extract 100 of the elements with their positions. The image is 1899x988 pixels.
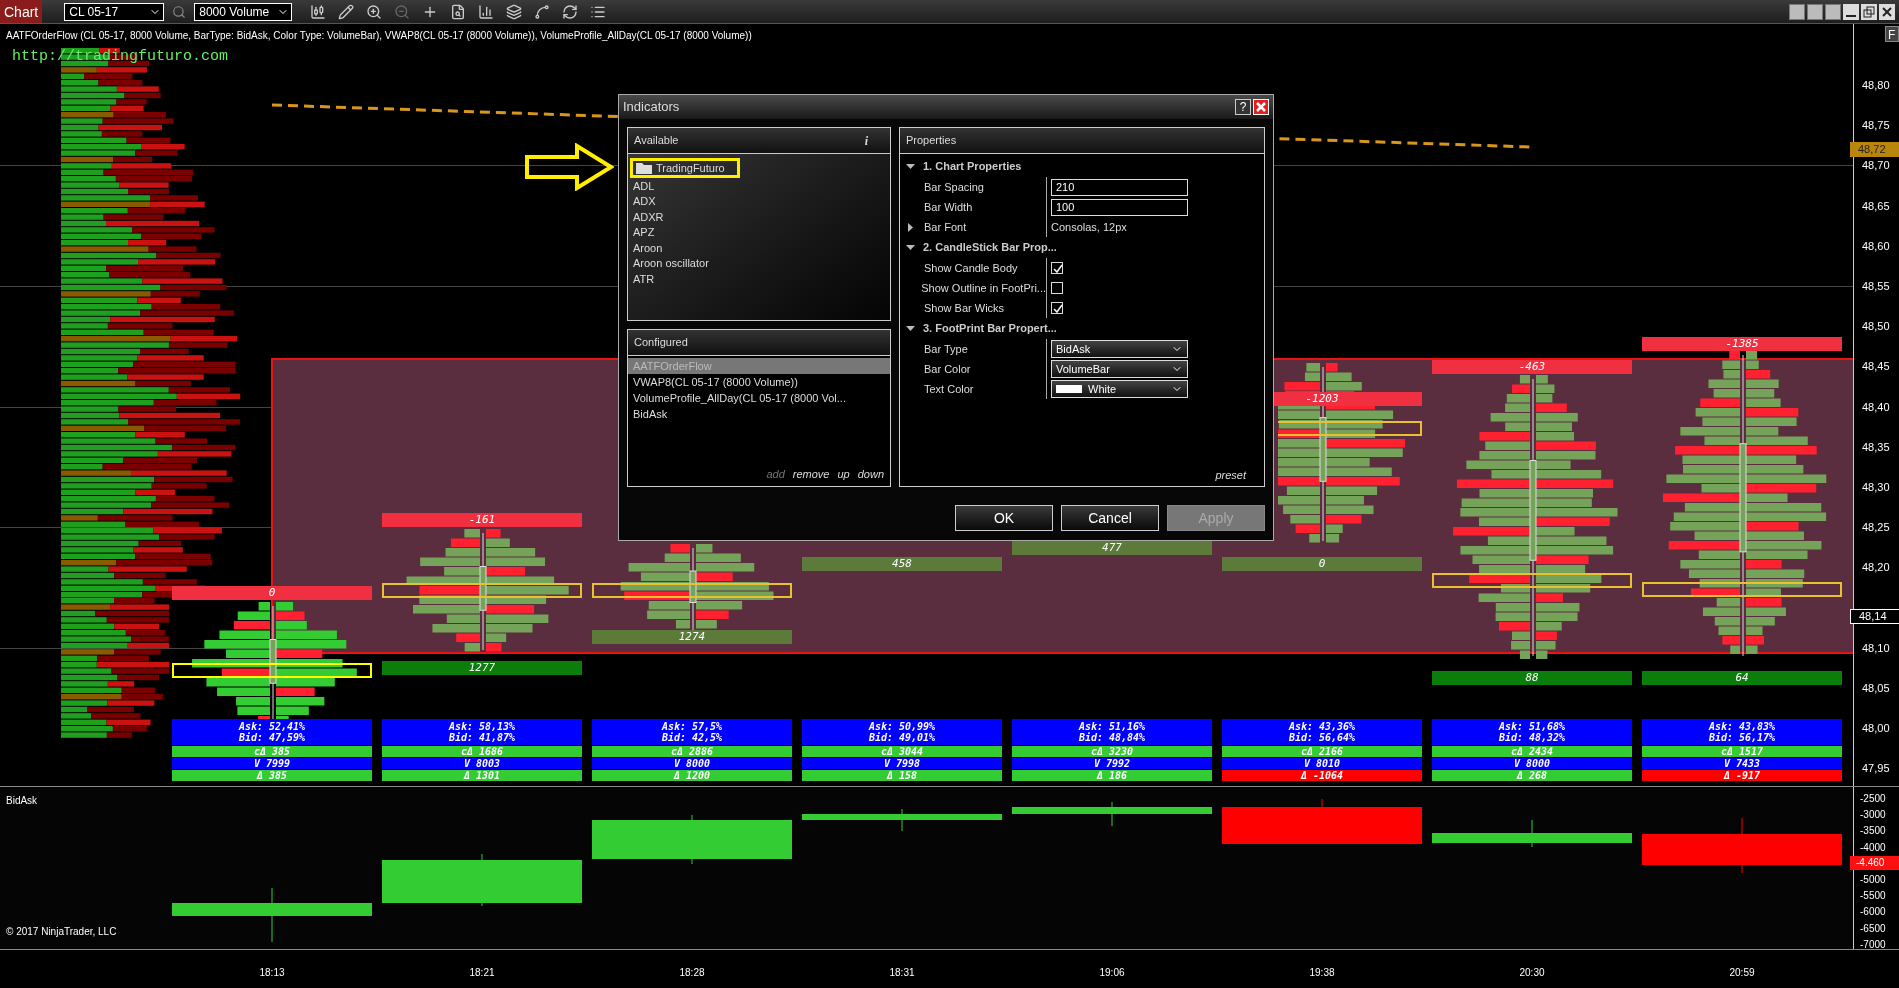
delta-value: Δ 1200 — [592, 770, 792, 781]
ask-percent: Ask: 57,5% — [660, 721, 724, 732]
bid-percent: Bid: 49,01% — [867, 732, 937, 743]
ask-percent: Ask: 51,68% — [1497, 721, 1567, 732]
value-label: -3500 — [1860, 826, 1886, 837]
preset-link[interactable]: preset — [1215, 466, 1246, 483]
property-input[interactable]: 100 — [1051, 198, 1188, 216]
side-button[interactable]: F — [1885, 26, 1899, 42]
value-label: -2500 — [1860, 794, 1886, 804]
bid-percent: Bid: 56,17% — [1707, 732, 1777, 743]
property-dropdown[interactable]: White — [1051, 380, 1188, 398]
time-label: 18:31 — [888, 966, 916, 980]
property-dropdown[interactable]: VolumeBar — [1051, 360, 1188, 378]
cumulative-delta: cΔ 3044 — [802, 746, 1002, 757]
volume-value: V 7433 — [1642, 758, 1842, 769]
volume-label: 458 — [802, 557, 1002, 571]
property-input[interactable]: 210 — [1051, 178, 1188, 196]
property-group-header[interactable]: 2. CandleStick Bar Prop... — [900, 237, 1248, 258]
indicator-list-item[interactable]: Aroon oscillator — [630, 255, 712, 271]
property-dropdown[interactable]: BidAsk — [1051, 340, 1188, 358]
bid-percent: Bid: 56,64% — [1287, 732, 1357, 743]
configured-item[interactable]: VWAP8(CL 05-17 (8000 Volume)) — [628, 374, 890, 390]
volume-label: 1274 — [592, 630, 792, 644]
indicator-list-item[interactable]: Aroon — [630, 240, 666, 256]
panel-header: Available — [634, 133, 679, 149]
delta-value: Δ 385 — [172, 770, 372, 781]
configured-item[interactable]: VolumeProfile_AllDay(CL 05-17 (8000 Vol... — [628, 390, 890, 406]
price-label: 48,50 — [1862, 320, 1890, 333]
bid-percent: Bid: 48,32% — [1497, 732, 1567, 743]
price-label: 48,70 — [1862, 159, 1890, 172]
price-label: 48,80 — [1862, 79, 1890, 91]
time-label: 19:38 — [1308, 966, 1336, 980]
help-button[interactable]: ? — [1235, 99, 1251, 115]
ask-percent: Ask: 43,83% — [1707, 721, 1777, 732]
price-label: 48,40 — [1862, 400, 1890, 413]
volume-label: 1277 — [382, 661, 582, 675]
ask-percent: Ask: 52,41% — [237, 721, 307, 732]
cumulative-delta: cΔ 2166 — [1222, 746, 1422, 757]
indicator-list-item[interactable]: ADL — [630, 178, 658, 194]
last-price-tag: 48,72 — [1850, 142, 1899, 158]
indicator-list-item[interactable]: ADXR — [630, 209, 667, 225]
volume-value: V 7999 — [172, 758, 372, 769]
value-label: -5500 — [1860, 891, 1886, 902]
property-group-header[interactable]: 3. FootPrint Bar Propert... — [900, 318, 1248, 339]
volume-value: V 8000 — [592, 758, 792, 769]
indicator-list-item[interactable]: APZ — [630, 224, 658, 240]
price-label: 48,30 — [1862, 481, 1890, 493]
property-label: Bar Font — [924, 219, 967, 235]
ask-percent: Ask: 50,99% — [867, 721, 937, 732]
dialog-button[interactable]: OK — [955, 505, 1053, 531]
delta-label: -161 — [382, 513, 582, 527]
price-label: 48,20 — [1862, 561, 1890, 574]
indicator-list-item[interactable]: ATR — [630, 271, 658, 287]
price-label: 48,65 — [1862, 199, 1890, 212]
ask-percent: Ask: 51,16% — [1077, 721, 1147, 732]
time-label: 18:13 — [258, 966, 286, 980]
bid-percent: Bid: 48,84% — [1077, 732, 1147, 743]
value-label: -7000 — [1860, 939, 1886, 950]
time-label: 18:21 — [468, 966, 496, 980]
property-label: Text Color — [924, 381, 974, 397]
property-label: Show Bar Wicks — [924, 300, 1005, 316]
delta-value: Δ 158 — [802, 770, 1002, 781]
list-action-link[interactable]: remove — [792, 465, 830, 482]
value-label: -3000 — [1860, 810, 1886, 821]
cumulative-delta: cΔ 1686 — [382, 746, 582, 757]
bid-percent: Bid: 42,5% — [660, 732, 724, 743]
volume-value: V 7992 — [1012, 758, 1212, 769]
list-action-link[interactable]: up — [837, 465, 850, 482]
property-value: Consolas, 12px — [1051, 219, 1127, 235]
list-action-link[interactable]: down — [857, 465, 884, 482]
indicator-list-item[interactable]: ADX — [630, 193, 659, 209]
bid-percent: Bid: 47,59% — [237, 732, 307, 743]
instrument-dropdown[interactable]: CL 05-17 — [64, 2, 165, 21]
time-label: 20:30 — [1518, 966, 1546, 980]
delta-value: Δ 186 — [1012, 770, 1212, 781]
dialog-button[interactable]: Cancel — [1061, 505, 1159, 531]
delta-label: -463 — [1432, 360, 1632, 374]
property-label: Show Outline in FootPri... — [921, 280, 1046, 296]
property-group-header[interactable]: 1. Chart Properties — [900, 156, 1248, 177]
panel-title: BidAsk — [6, 794, 38, 808]
volume-label: 0 — [1222, 557, 1422, 571]
property-label: Bar Width — [924, 199, 973, 215]
delta-value: Δ -917 — [1642, 770, 1842, 781]
panel-header: Configured — [634, 335, 688, 351]
property-label: Bar Type — [924, 341, 968, 357]
value-label: -6500 — [1860, 923, 1886, 934]
cumulative-delta: cΔ 2886 — [592, 746, 792, 757]
ask-percent: Ask: 43,36% — [1287, 721, 1357, 732]
price-label: 48,55 — [1862, 280, 1890, 292]
indicator-list-item[interactable]: TradingFuturo — [630, 158, 740, 178]
volume-value: V 8000 — [1432, 758, 1632, 769]
delta-value: Δ 1301 — [382, 770, 582, 781]
cursor-price-tag: 48,14 — [1850, 608, 1899, 624]
delta-value: Δ -1064 — [1222, 770, 1422, 781]
price-label: 48,25 — [1862, 521, 1890, 534]
configured-item[interactable]: BidAsk — [628, 406, 890, 422]
delta-value: Δ 268 — [1432, 770, 1632, 781]
panel-header: Properties — [906, 133, 957, 149]
period-dropdown[interactable]: 8000 Volume — [194, 2, 293, 21]
price-label: 48,45 — [1862, 360, 1890, 373]
